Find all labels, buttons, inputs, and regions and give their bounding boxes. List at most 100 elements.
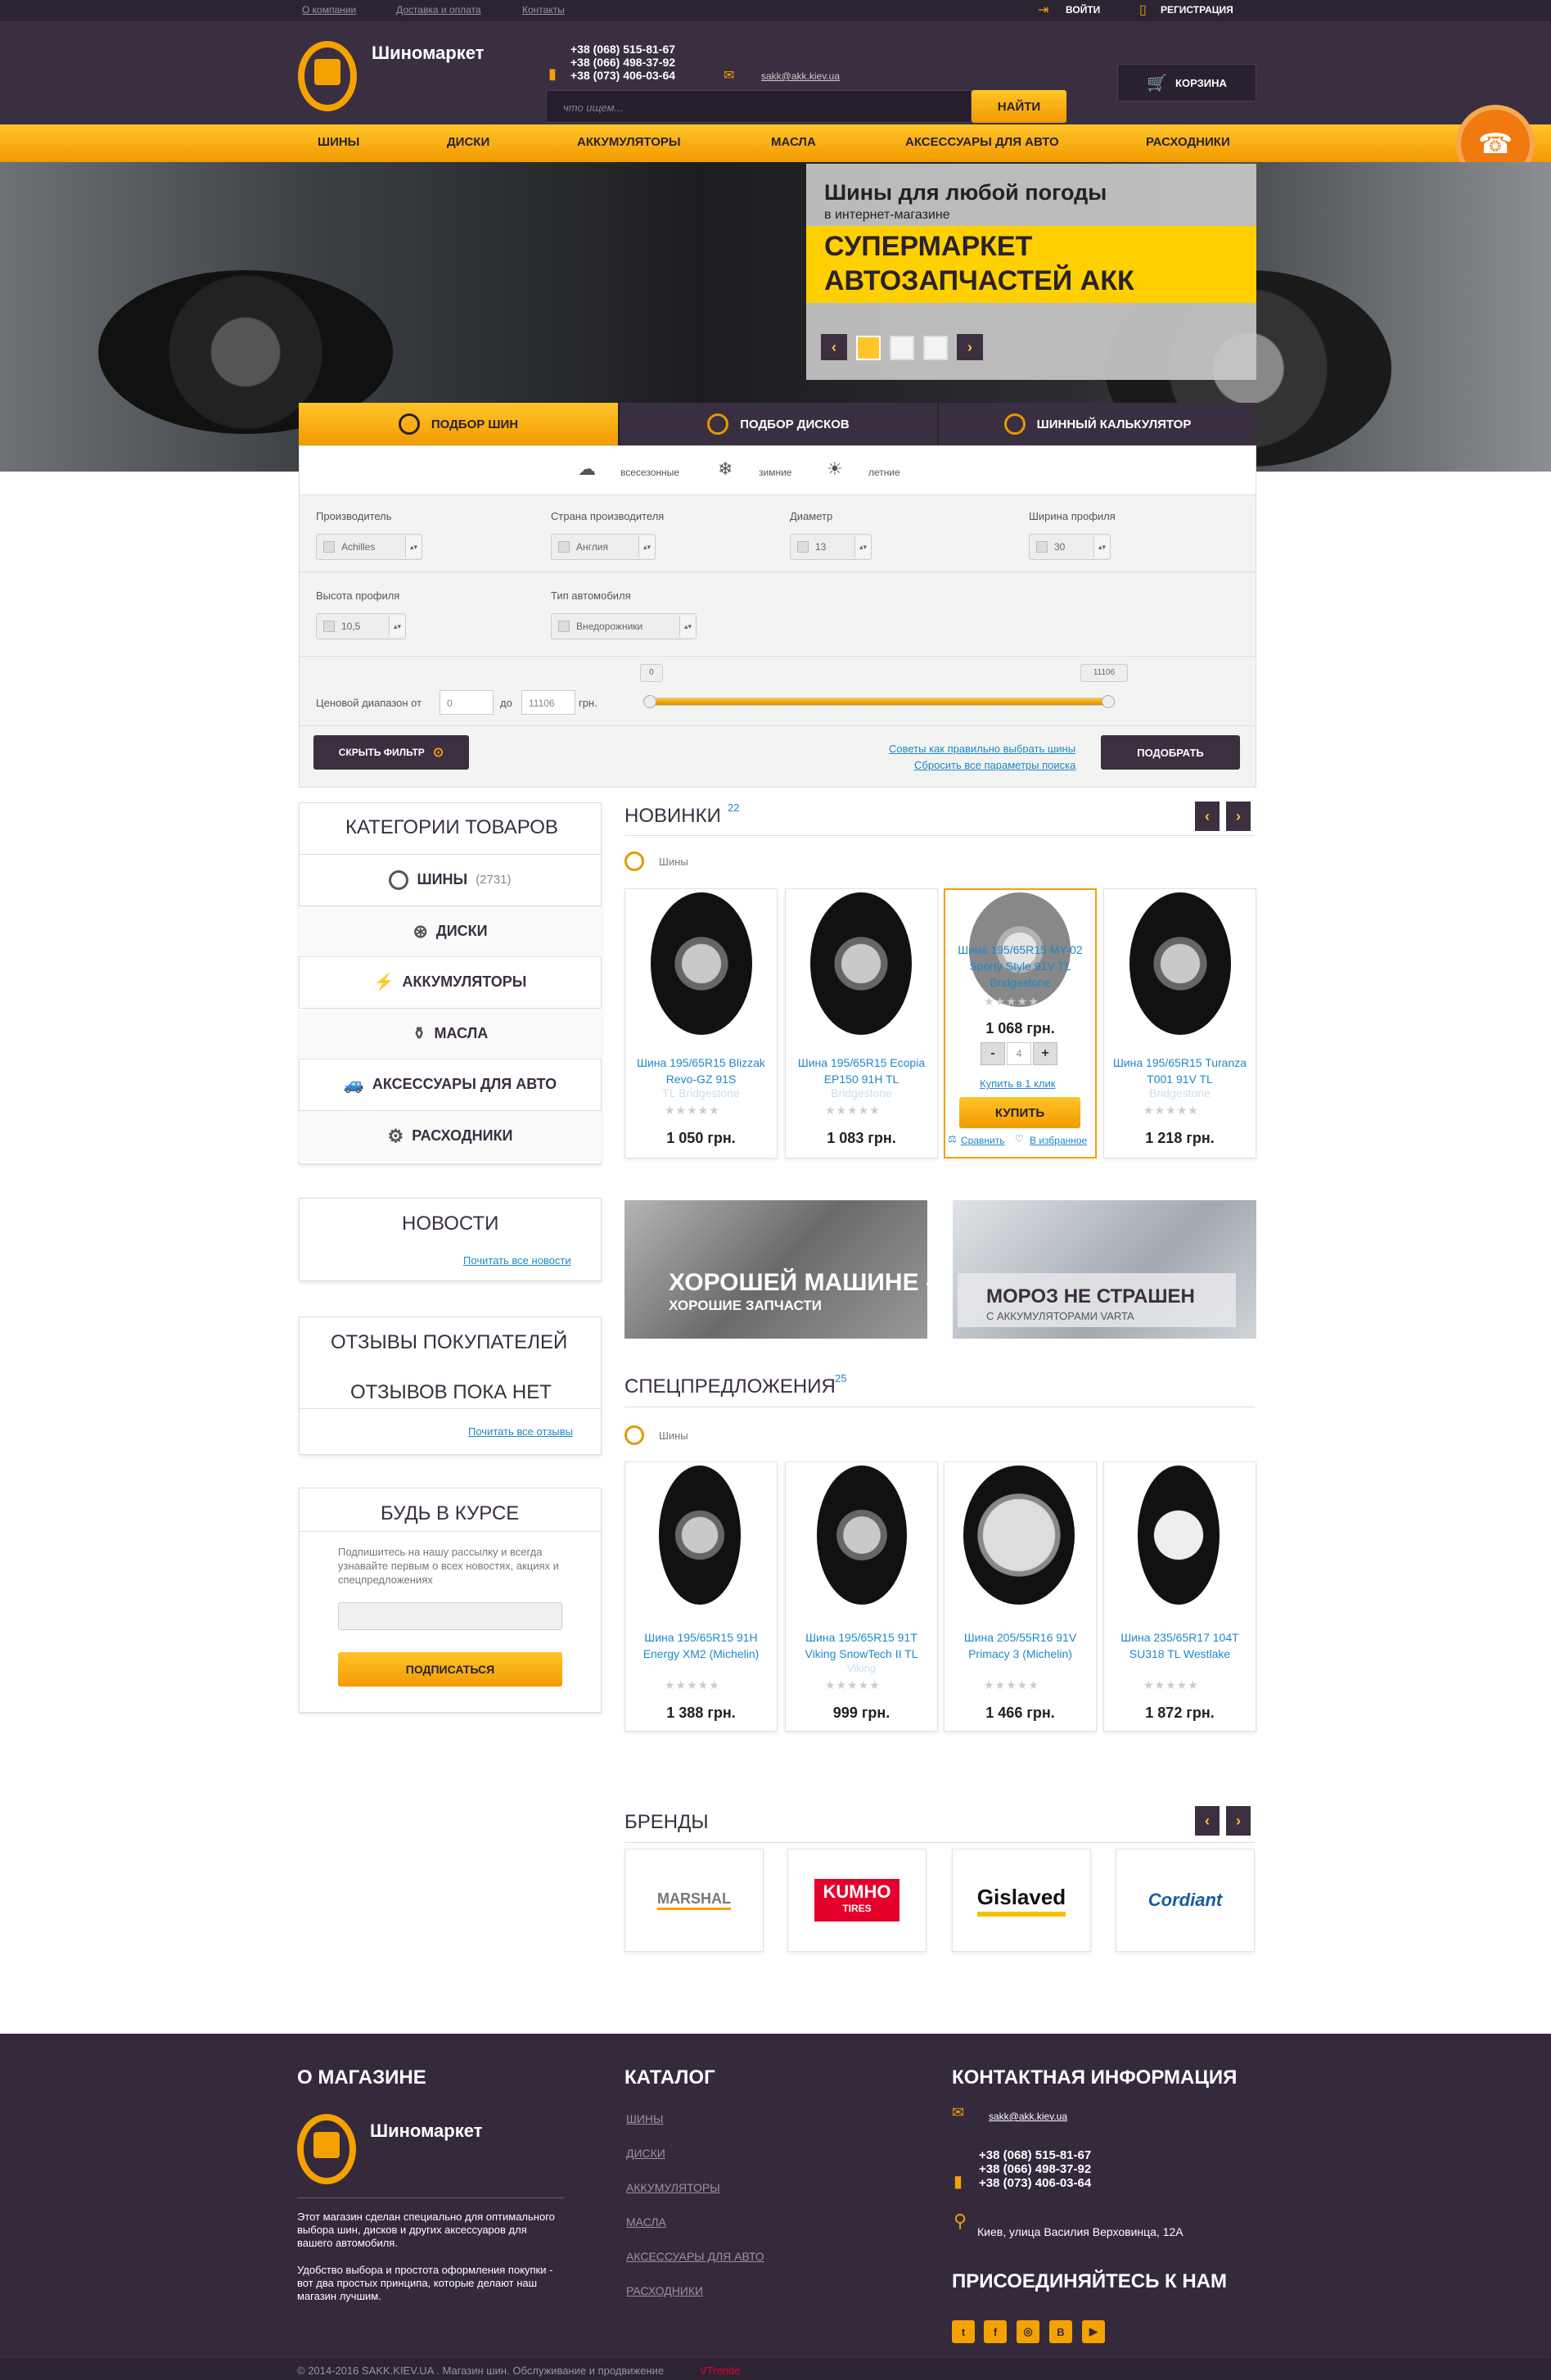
price-to-input[interactable]: 11106: [521, 690, 575, 715]
product-image[interactable]: [651, 892, 752, 1035]
country-select[interactable]: Англия ▴▾: [551, 534, 656, 560]
rating-stars[interactable]: ★★★★★: [1143, 1104, 1199, 1118]
footer-brand[interactable]: Шиномаркет: [370, 2120, 482, 2142]
youtube-icon[interactable]: ▶: [1082, 2320, 1105, 2343]
footer-catalog-batteries[interactable]: АККУМУЛЯТОРЫ: [626, 2181, 720, 2194]
login-link[interactable]: ВОЙТИ: [1066, 4, 1100, 16]
pick-button[interactable]: ПОДОБРАТЬ: [1101, 735, 1240, 770]
brands-prev-button[interactable]: ‹: [1195, 1806, 1220, 1836]
nav-consumables[interactable]: РАСХОДНИКИ: [1146, 135, 1230, 149]
product-image[interactable]: [659, 1465, 741, 1605]
season-winter[interactable]: зимние: [759, 467, 791, 478]
tips-link[interactable]: Советы как правильно выбрать шины: [889, 743, 1075, 755]
price-from-input[interactable]: 0: [440, 690, 494, 715]
nav-tires[interactable]: ШИНЫ: [318, 135, 359, 149]
category-oils[interactable]: ⚱ МАСЛА: [299, 1008, 602, 1059]
twitter-icon[interactable]: t: [952, 2320, 975, 2343]
height-select[interactable]: 10,5 ▴▾: [316, 613, 406, 639]
nav-accessories[interactable]: АКСЕССУАРЫ ДЛЯ АВТО: [905, 135, 1059, 149]
brand-logo-kumho[interactable]: KUMHO TIRES: [787, 1849, 927, 1952]
quick-buy-link[interactable]: Купить в 1 клик: [980, 1077, 1055, 1090]
new-prev-button[interactable]: ‹: [1195, 802, 1220, 831]
tab-disc-selection[interactable]: ПОДБОР ДИСКОВ: [620, 403, 937, 445]
all-news-link[interactable]: Почитать все новости: [463, 1254, 571, 1267]
subscribe-button[interactable]: ПОДПИСАТЬСЯ: [338, 1652, 562, 1687]
compare-link[interactable]: Сравнить: [961, 1135, 1004, 1146]
summer-icon[interactable]: ☀: [827, 458, 843, 480]
vk-icon[interactable]: B: [1049, 2320, 1072, 2343]
category-consumables[interactable]: ⚙ РАСХОДНИКИ: [299, 1110, 602, 1161]
reset-link[interactable]: Сбросить все параметры поиска: [914, 759, 1075, 771]
rating-stars[interactable]: ★★★★★: [665, 1678, 720, 1692]
category-discs[interactable]: ⊛ ДИСКИ: [299, 905, 602, 956]
subscribe-email-input[interactable]: [338, 1602, 562, 1630]
vendor-link[interactable]: VTrende: [700, 2364, 740, 2377]
slider-dot-3[interactable]: [923, 336, 948, 360]
product-name[interactable]: Шина 205/55R16 91V Primacy 3 (Michelin): [952, 1629, 1089, 1662]
nav-batteries[interactable]: АККУМУЛЯТОРЫ: [577, 135, 681, 149]
new-next-button[interactable]: ›: [1226, 802, 1251, 831]
all-reviews-link[interactable]: Почитать все отзывы: [468, 1425, 573, 1438]
new-products-category[interactable]: Шины: [659, 856, 688, 868]
nav-discs[interactable]: ДИСКИ: [447, 135, 489, 149]
car-type-select[interactable]: Внедорожники ▴▾: [551, 613, 697, 639]
qty-input[interactable]: 4: [1007, 1042, 1031, 1065]
category-tires[interactable]: ШИНЫ (2731): [299, 854, 602, 905]
price-slider-min-handle[interactable]: [643, 695, 656, 708]
brand-logo-cordiant[interactable]: Cordiant: [1116, 1849, 1255, 1952]
rating-stars[interactable]: ★★★★★: [984, 995, 1039, 1009]
cart-button[interactable]: 🛒 КОРЗИНА: [1117, 64, 1256, 102]
width-select[interactable]: 30 ▴▾: [1029, 534, 1111, 560]
manufacturer-select[interactable]: Achilles ▴▾: [316, 534, 422, 560]
brands-next-button[interactable]: ›: [1226, 1806, 1251, 1836]
facebook-icon[interactable]: f: [984, 2320, 1007, 2343]
product-image[interactable]: [963, 1465, 1075, 1605]
product-image[interactable]: [817, 1465, 907, 1605]
category-accessories[interactable]: 🚙 АКСЕССУАРЫ ДЛЯ АВТО: [299, 1059, 602, 1109]
category-batteries[interactable]: ⚡ АККУМУЛЯТОРЫ: [299, 956, 602, 1007]
nav-oils[interactable]: МАСЛА: [771, 135, 816, 149]
topbar-link-about[interactable]: О компании: [302, 4, 356, 16]
rating-stars[interactable]: ★★★★★: [984, 1678, 1039, 1692]
favorite-link[interactable]: В избранное: [1030, 1135, 1087, 1146]
brand-logo-marshal[interactable]: MARSHAL: [624, 1849, 764, 1952]
rating-stars[interactable]: ★★★★★: [825, 1104, 881, 1118]
price-slider-max-handle[interactable]: [1102, 695, 1115, 708]
product-name[interactable]: Шина 195/65R15 91T Viking SnowTech II TL: [793, 1629, 930, 1662]
product-image[interactable]: [1138, 1465, 1220, 1605]
hide-filter-button[interactable]: СКРЫТЬ ФИЛЬТР ⊙: [313, 735, 469, 770]
footer-catalog-consumables[interactable]: РАСХОДНИКИ: [626, 2284, 703, 2297]
diameter-select[interactable]: 13 ▴▾: [790, 534, 872, 560]
season-all[interactable]: всесезонные: [620, 467, 679, 478]
tab-tire-calculator[interactable]: ШИННЫЙ КАЛЬКУЛЯТОР: [939, 403, 1256, 445]
rating-stars[interactable]: ★★★★★: [665, 1104, 720, 1118]
tab-tire-selection[interactable]: ПОДБОР ШИН: [299, 403, 618, 445]
product-image[interactable]: [1129, 892, 1231, 1035]
search-input[interactable]: что ищем...: [563, 102, 623, 114]
register-link[interactable]: РЕГИСТРАЦИЯ: [1161, 4, 1233, 16]
rating-stars[interactable]: ★★★★★: [825, 1678, 881, 1692]
qty-minus-button[interactable]: -: [981, 1042, 1005, 1065]
rating-stars[interactable]: ★★★★★: [1143, 1678, 1199, 1692]
topbar-link-contacts[interactable]: Контакты: [522, 4, 565, 16]
slider-dot-1[interactable]: [856, 336, 881, 360]
all-season-icon[interactable]: ☁: [578, 458, 596, 480]
product-name[interactable]: Шина 195/65R15 Turanza T001 91V TL: [1111, 1055, 1248, 1087]
header-email[interactable]: sakk@akk.kiev.ua: [761, 70, 840, 82]
brand-name[interactable]: Шиномаркет: [372, 43, 484, 64]
search-button[interactable]: НАЙТИ: [972, 90, 1066, 123]
season-summer[interactable]: летние: [868, 467, 900, 478]
buy-button[interactable]: КУПИТЬ: [959, 1097, 1080, 1128]
product-name[interactable]: Шина 195/65R15 91H Energy XM2 (Michelin): [633, 1629, 769, 1662]
footer-catalog-tires[interactable]: ШИНЫ: [626, 2112, 663, 2125]
product-name[interactable]: Шина 195/65R15 MY-02 Sporty Style 91V TL…: [952, 942, 1089, 991]
slider-dot-2[interactable]: [890, 336, 914, 360]
footer-catalog-oils[interactable]: МАСЛА: [626, 2215, 666, 2229]
footer-email[interactable]: sakk@akk.kiev.ua: [989, 2111, 1067, 2122]
qty-plus-button[interactable]: +: [1033, 1042, 1057, 1065]
product-image[interactable]: [810, 892, 912, 1035]
brand-logo-gislaved[interactable]: Gislaved: [952, 1849, 1091, 1952]
specials-category[interactable]: Шины: [659, 1429, 688, 1442]
product-name[interactable]: Шина 195/65R15 Blizzak Revo-GZ 91S: [633, 1055, 769, 1087]
slider-next-button[interactable]: ›: [957, 334, 983, 360]
